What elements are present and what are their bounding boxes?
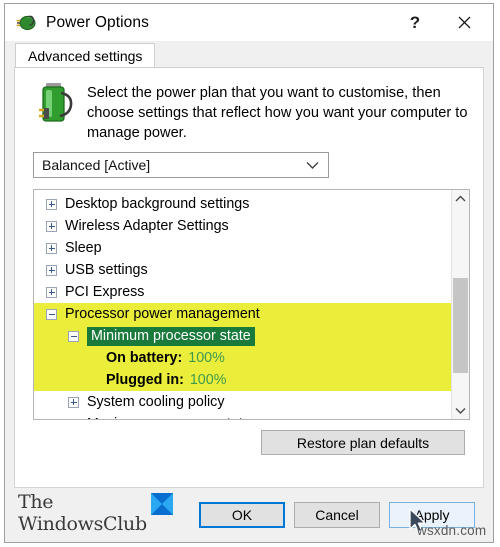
logo-line-2: WindowsClub [18,513,147,535]
tree-row[interactable]: Wireless Adapter Settings [34,215,451,237]
tree-rows: Desktop background settings Wireless Ada… [34,190,451,419]
chevron-up-icon [455,195,466,202]
chevron-down-icon [455,408,466,414]
power-options-dialog: Power Options ? Advanced settings Select… [4,3,494,543]
window-title: Power Options [46,13,149,31]
header-row: Select the power plan that you want to c… [15,68,483,143]
tab-advanced-settings[interactable]: Advanced settings [15,43,156,68]
tree-row[interactable]: USB settings [34,259,451,281]
title-bar: Power Options ? [5,4,493,41]
plugged-in-label: Plugged in: [106,372,184,388]
collapse-icon[interactable] [68,330,79,342]
on-battery-label: On battery: [106,350,183,366]
windowsclub-logo-icon [150,493,173,515]
tree-row-label: Maximum processor state [87,416,251,419]
close-icon [458,16,470,29]
tree-row-on-battery[interactable]: On battery: 100% [34,347,451,369]
tree-row-label: Sleep [65,240,102,256]
scroll-up-button[interactable] [452,190,469,207]
dialog-description: Select the power plan that you want to c… [87,85,468,141]
tree-row-plugged-in[interactable]: Plugged in: 100% [34,369,451,391]
tree-row-label: Wireless Adapter Settings [65,218,229,234]
logo-line-1: The [18,491,54,513]
restore-plan-defaults-label: Restore plan defaults [296,434,430,451]
power-plan-value: Balanced [Active] [42,157,151,173]
tree-row-system-cooling-policy[interactable]: System cooling policy [34,391,451,413]
tree-row-minimum-processor-state[interactable]: Minimum processor state [34,325,451,347]
tree-scrollbar[interactable] [451,190,469,419]
expand-icon[interactable] [46,242,57,254]
chevron-down-icon [304,157,320,173]
tree-row[interactable]: Desktop background settings [34,193,451,215]
power-plan-select[interactable]: Balanced [Active] [33,152,329,178]
tree-row-label: PCI Express [65,284,145,300]
ok-button[interactable]: OK [199,502,285,528]
help-icon: ? [409,12,421,32]
close-button[interactable] [443,4,485,41]
tree-row-label-selected: Minimum processor state [87,326,255,346]
ok-button-label: OK [231,507,253,523]
expand-icon[interactable] [46,198,57,210]
on-battery-value[interactable]: 100% [188,350,225,366]
tree-row-maximum-processor-state[interactable]: Maximum processor state [34,413,451,419]
tree-row-label: System cooling policy [87,394,225,410]
tree-row[interactable]: Sleep [34,237,451,259]
windowsclub-logo: The WindowsClub [18,491,173,535]
site-watermark: wsxdn.com [417,523,487,538]
tree-row-processor-power-management[interactable]: Processor power management [34,303,451,325]
tab-strip: Advanced settings [5,41,493,68]
tree-row[interactable]: PCI Express [34,281,451,303]
cancel-button[interactable]: Cancel [294,502,380,528]
tree-row-label: Processor power management [65,306,260,322]
tab-page-advanced-settings: Select the power plan that you want to c… [14,67,484,488]
tree-row-label: USB settings [65,262,148,278]
collapse-icon[interactable] [46,308,57,320]
help-button[interactable]: ? [394,4,436,41]
expand-icon[interactable] [68,396,79,408]
expand-icon[interactable] [46,220,57,232]
power-plug-battery-icon [16,15,36,30]
cancel-button-label: Cancel [315,507,359,523]
scroll-down-button[interactable] [452,402,469,419]
restore-plan-defaults-button[interactable]: Restore plan defaults [261,430,465,455]
expand-icon[interactable] [68,418,79,419]
expand-icon[interactable] [46,286,57,298]
apply-button-label: Apply [414,507,450,523]
plugged-in-value[interactable]: 100% [190,372,227,388]
battery-plug-icon [39,83,73,122]
tab-label: Advanced settings [28,48,143,64]
expand-icon[interactable] [46,264,57,276]
tree-row-label: Desktop background settings [65,196,250,212]
advanced-settings-tree[interactable]: Desktop background settings Wireless Ada… [33,189,470,420]
windowsclub-logo-text: The WindowsClub [18,491,147,535]
scrollbar-thumb[interactable] [453,278,468,373]
